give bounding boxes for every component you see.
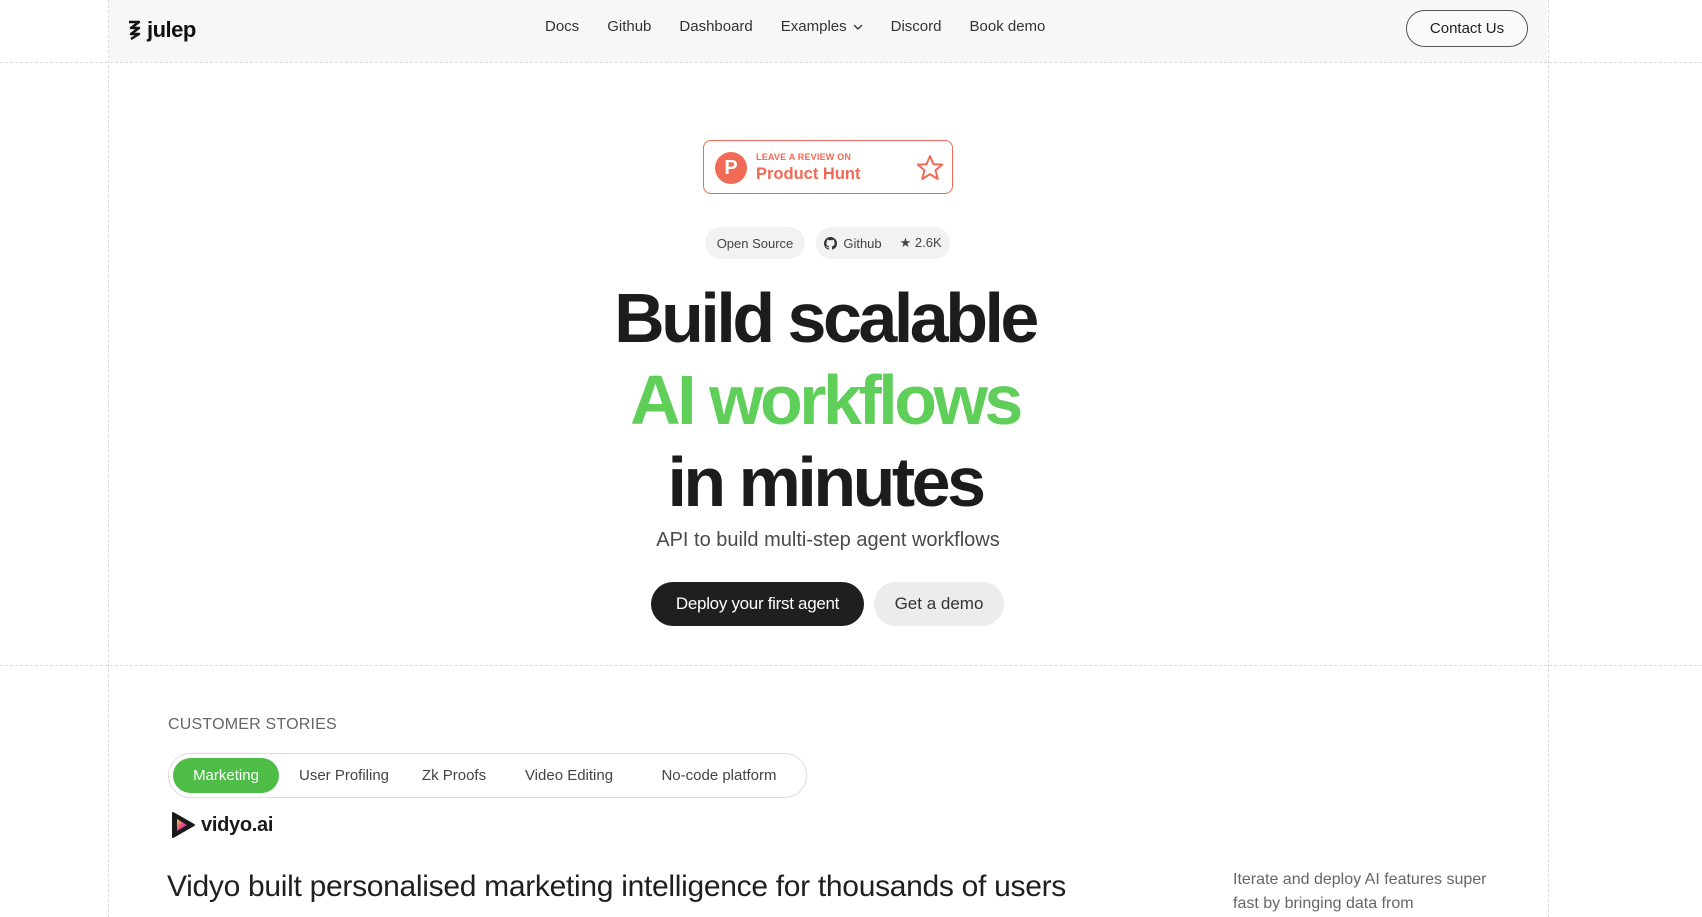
tab-marketing[interactable]: Marketing bbox=[173, 758, 279, 793]
github-pill-label: Github bbox=[843, 235, 882, 251]
nav-github[interactable]: Github bbox=[607, 18, 651, 35]
nav-examples-label: Examples bbox=[780, 18, 847, 35]
hero-subtitle: API to build multi-step agent workflows bbox=[656, 529, 1000, 551]
tab-no-code-platform[interactable]: No-code platform bbox=[639, 758, 799, 793]
logo[interactable]: julep bbox=[127, 17, 196, 43]
github-star-count: ★ 2.6K bbox=[899, 235, 942, 250]
nav-dashboard[interactable]: Dashboard bbox=[679, 18, 752, 35]
top-navbar: julep Docs Github Dashboard Examples Dis… bbox=[109, 0, 1547, 62]
section-divider bbox=[0, 665, 1702, 666]
chevron-down-icon bbox=[853, 24, 862, 30]
page: julep Docs Github Dashboard Examples Dis… bbox=[0, 0, 1702, 917]
nav-docs[interactable]: Docs bbox=[545, 18, 579, 35]
github-stars-pill[interactable]: Github ★ 2.6K bbox=[816, 227, 950, 259]
hero-title-line-3: in minutes bbox=[667, 443, 986, 521]
julep-logo-icon bbox=[129, 20, 141, 40]
vidyo-logo-text: vidyo.ai bbox=[201, 813, 274, 836]
tab-user-profiling[interactable]: User Profiling bbox=[289, 758, 399, 793]
vidyo-logo: vidyo.ai bbox=[168, 810, 273, 840]
tab-zk-proofs[interactable]: Zk Proofs bbox=[409, 758, 499, 793]
product-hunt-logo-icon: P bbox=[715, 152, 747, 184]
story-tabs: Marketing User Profiling Zk Proofs Video… bbox=[168, 753, 807, 798]
vidyo-play-icon bbox=[172, 812, 195, 838]
nav-examples[interactable]: Examples bbox=[781, 18, 863, 35]
story-headline: Vidyo built personalised marketing intel… bbox=[167, 870, 1066, 903]
hero-title-line-1: Build scalable bbox=[614, 279, 1039, 357]
nav-book-demo[interactable]: Book demo bbox=[970, 18, 1046, 35]
nav-discord[interactable]: Discord bbox=[891, 18, 942, 35]
product-hunt-badge[interactable]: P LEAVE A REVIEW ON Product Hunt bbox=[703, 140, 953, 194]
contact-us-button[interactable]: Contact Us bbox=[1406, 10, 1528, 47]
product-hunt-title: Product Hunt bbox=[756, 165, 861, 183]
customer-stories-label: CUSTOMER STORIES bbox=[168, 716, 337, 733]
hero-title-line-2: AI workflows bbox=[630, 361, 1023, 439]
open-source-pill: Open Source bbox=[705, 227, 805, 259]
product-hunt-caption: LEAVE A REVIEW ON bbox=[756, 152, 852, 162]
tab-video-editing[interactable]: Video Editing bbox=[509, 758, 629, 793]
get-a-demo-button[interactable]: Get a demo bbox=[874, 582, 1004, 626]
star-outline-icon bbox=[916, 155, 944, 180]
github-icon bbox=[824, 236, 838, 250]
deploy-first-agent-button[interactable]: Deploy your first agent bbox=[651, 582, 864, 626]
story-side-text: Iterate and deploy AI features super fas… bbox=[1233, 871, 1487, 912]
main-nav: Docs Github Dashboard Examples Discord B… bbox=[545, 18, 1045, 35]
header-divider bbox=[0, 62, 1702, 63]
logo-text: julep bbox=[147, 17, 196, 42]
